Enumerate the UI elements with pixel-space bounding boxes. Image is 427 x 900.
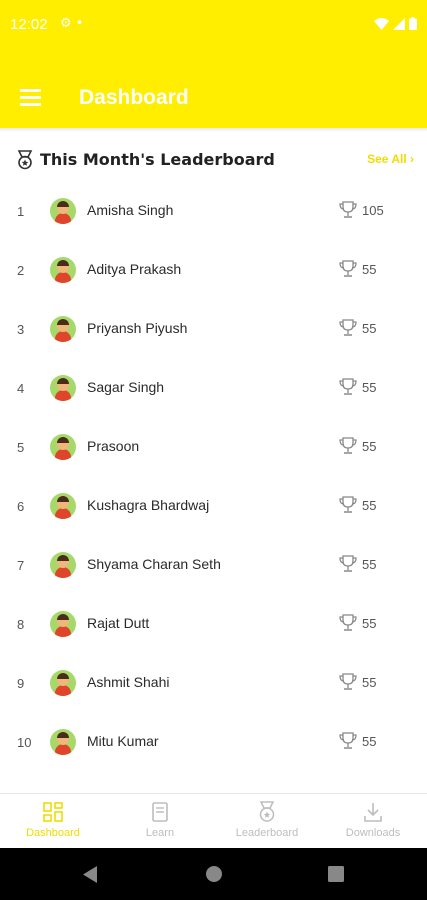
points-value: 55: [362, 616, 377, 631]
avatar: [50, 434, 76, 460]
leaderboard-row[interactable]: 2 Aditya Prakash 55: [0, 241, 427, 300]
nav-downloads[interactable]: Downloads: [320, 794, 426, 849]
user-name: Rajat Dutt: [87, 615, 150, 631]
app-bar: Dashboard: [0, 56, 427, 128]
leaderboard-row[interactable]: 9 Ashmit Shahi 55: [0, 654, 427, 713]
page-title: Dashboard: [79, 86, 189, 109]
rank-number: 10: [17, 735, 32, 750]
user-name: Ashmit Shahi: [87, 674, 170, 690]
rank-number: 4: [17, 381, 25, 396]
leaderboard-row[interactable]: 6 Kushagra Bhardwaj 55: [0, 477, 427, 536]
avatar: [50, 316, 76, 342]
system-navigation-bar: [0, 848, 427, 900]
trophy-icon: [339, 260, 357, 277]
avatar: [50, 729, 76, 755]
leaderboard-row[interactable]: 3 Priyansh Piyush 55: [0, 300, 427, 359]
user-name: Kushagra Bhardwaj: [87, 497, 210, 513]
points-value: 55: [362, 321, 377, 336]
wifi-icon: [374, 17, 389, 30]
nav-leaderboard-label: Leaderboard: [235, 827, 299, 839]
status-bar: 12:02 ⚙ •: [0, 0, 427, 56]
nav-learn-label: Learn: [145, 827, 175, 839]
rank-number: 9: [17, 676, 25, 691]
nav-downloads-label: Downloads: [345, 827, 401, 839]
trophy-icon: [339, 673, 357, 690]
points-value: 55: [362, 262, 377, 277]
rank-number: 6: [17, 499, 25, 514]
signal-icon: [393, 17, 405, 30]
divider: [0, 128, 427, 132]
rank-number: 8: [17, 617, 25, 632]
back-icon[interactable]: [81, 865, 99, 884]
trophy-icon: [339, 378, 357, 395]
leaderboard-title: This Month's Leaderboard: [40, 150, 275, 169]
rank-number: 7: [17, 558, 25, 573]
user-name: Mitu Kumar: [87, 733, 159, 749]
nav-dashboard-label: Dashboard: [26, 827, 80, 839]
avatar: [50, 198, 76, 224]
points-value: 55: [362, 380, 377, 395]
trophy-icon: [339, 319, 357, 336]
rank-number: 2: [17, 263, 25, 278]
points-value: 55: [362, 439, 377, 454]
nav-learn[interactable]: Learn: [107, 794, 213, 849]
trophy-icon: [339, 201, 357, 218]
leaderboard-row[interactable]: 4 Sagar Singh 55: [0, 359, 427, 418]
leaderboard-medal-icon: [17, 150, 33, 170]
points-value: 105: [362, 203, 384, 218]
rank-number: 1: [17, 204, 25, 219]
settings-status-icon: ⚙ •: [60, 16, 84, 31]
home-icon[interactable]: [205, 865, 223, 883]
see-all-link[interactable]: See All ›: [367, 152, 414, 166]
leaderboard-row[interactable]: 7 Shyama Charan Seth 55: [0, 536, 427, 595]
avatar: [50, 257, 76, 283]
trophy-icon: [339, 614, 357, 631]
bottom-navigation: Dashboard Learn Leaderboard Downloads: [0, 793, 427, 849]
trophy-icon: [339, 437, 357, 454]
user-name: Aditya Prakash: [87, 261, 182, 277]
rank-number: 5: [17, 440, 25, 455]
dashboard-grid-icon: [43, 802, 63, 822]
status-icons: [374, 17, 417, 30]
recents-icon[interactable]: [328, 866, 344, 882]
avatar: [50, 552, 76, 578]
chevron-right-icon: ›: [410, 152, 414, 166]
download-icon: [364, 803, 382, 822]
medal-icon: [259, 801, 275, 822]
leaderboard-row[interactable]: 10 Mitu Kumar 55: [0, 713, 427, 772]
user-name: Priyansh Piyush: [87, 320, 188, 336]
avatar: [50, 670, 76, 696]
points-value: 55: [362, 675, 377, 690]
avatar: [50, 611, 76, 637]
trophy-icon: [339, 555, 357, 572]
trophy-icon: [339, 496, 357, 513]
user-name: Shyama Charan Seth: [87, 556, 221, 572]
battery-icon: [409, 17, 417, 30]
leaderboard-header: This Month's Leaderboard See All ›: [0, 138, 427, 180]
nav-dashboard[interactable]: Dashboard: [0, 794, 106, 849]
trophy-icon: [339, 732, 357, 749]
leaderboard-row[interactable]: 1 Amisha Singh 105: [0, 182, 427, 241]
nav-leaderboard[interactable]: Leaderboard: [214, 794, 320, 849]
leaderboard-row[interactable]: 5 Prasoon 55: [0, 418, 427, 477]
avatar: [50, 493, 76, 519]
points-value: 55: [362, 557, 377, 572]
points-value: 55: [362, 498, 377, 513]
user-name: Prasoon: [87, 438, 140, 454]
points-value: 55: [362, 734, 377, 749]
rank-number: 3: [17, 322, 25, 337]
see-all-label: See All: [367, 152, 407, 166]
status-time: 12:02: [10, 16, 48, 33]
user-name: Amisha Singh: [87, 202, 174, 218]
avatar: [50, 375, 76, 401]
book-icon: [152, 802, 168, 822]
user-name: Sagar Singh: [87, 379, 165, 395]
leaderboard-row[interactable]: 8 Rajat Dutt 55: [0, 595, 427, 654]
hamburger-menu-icon[interactable]: [20, 89, 42, 107]
